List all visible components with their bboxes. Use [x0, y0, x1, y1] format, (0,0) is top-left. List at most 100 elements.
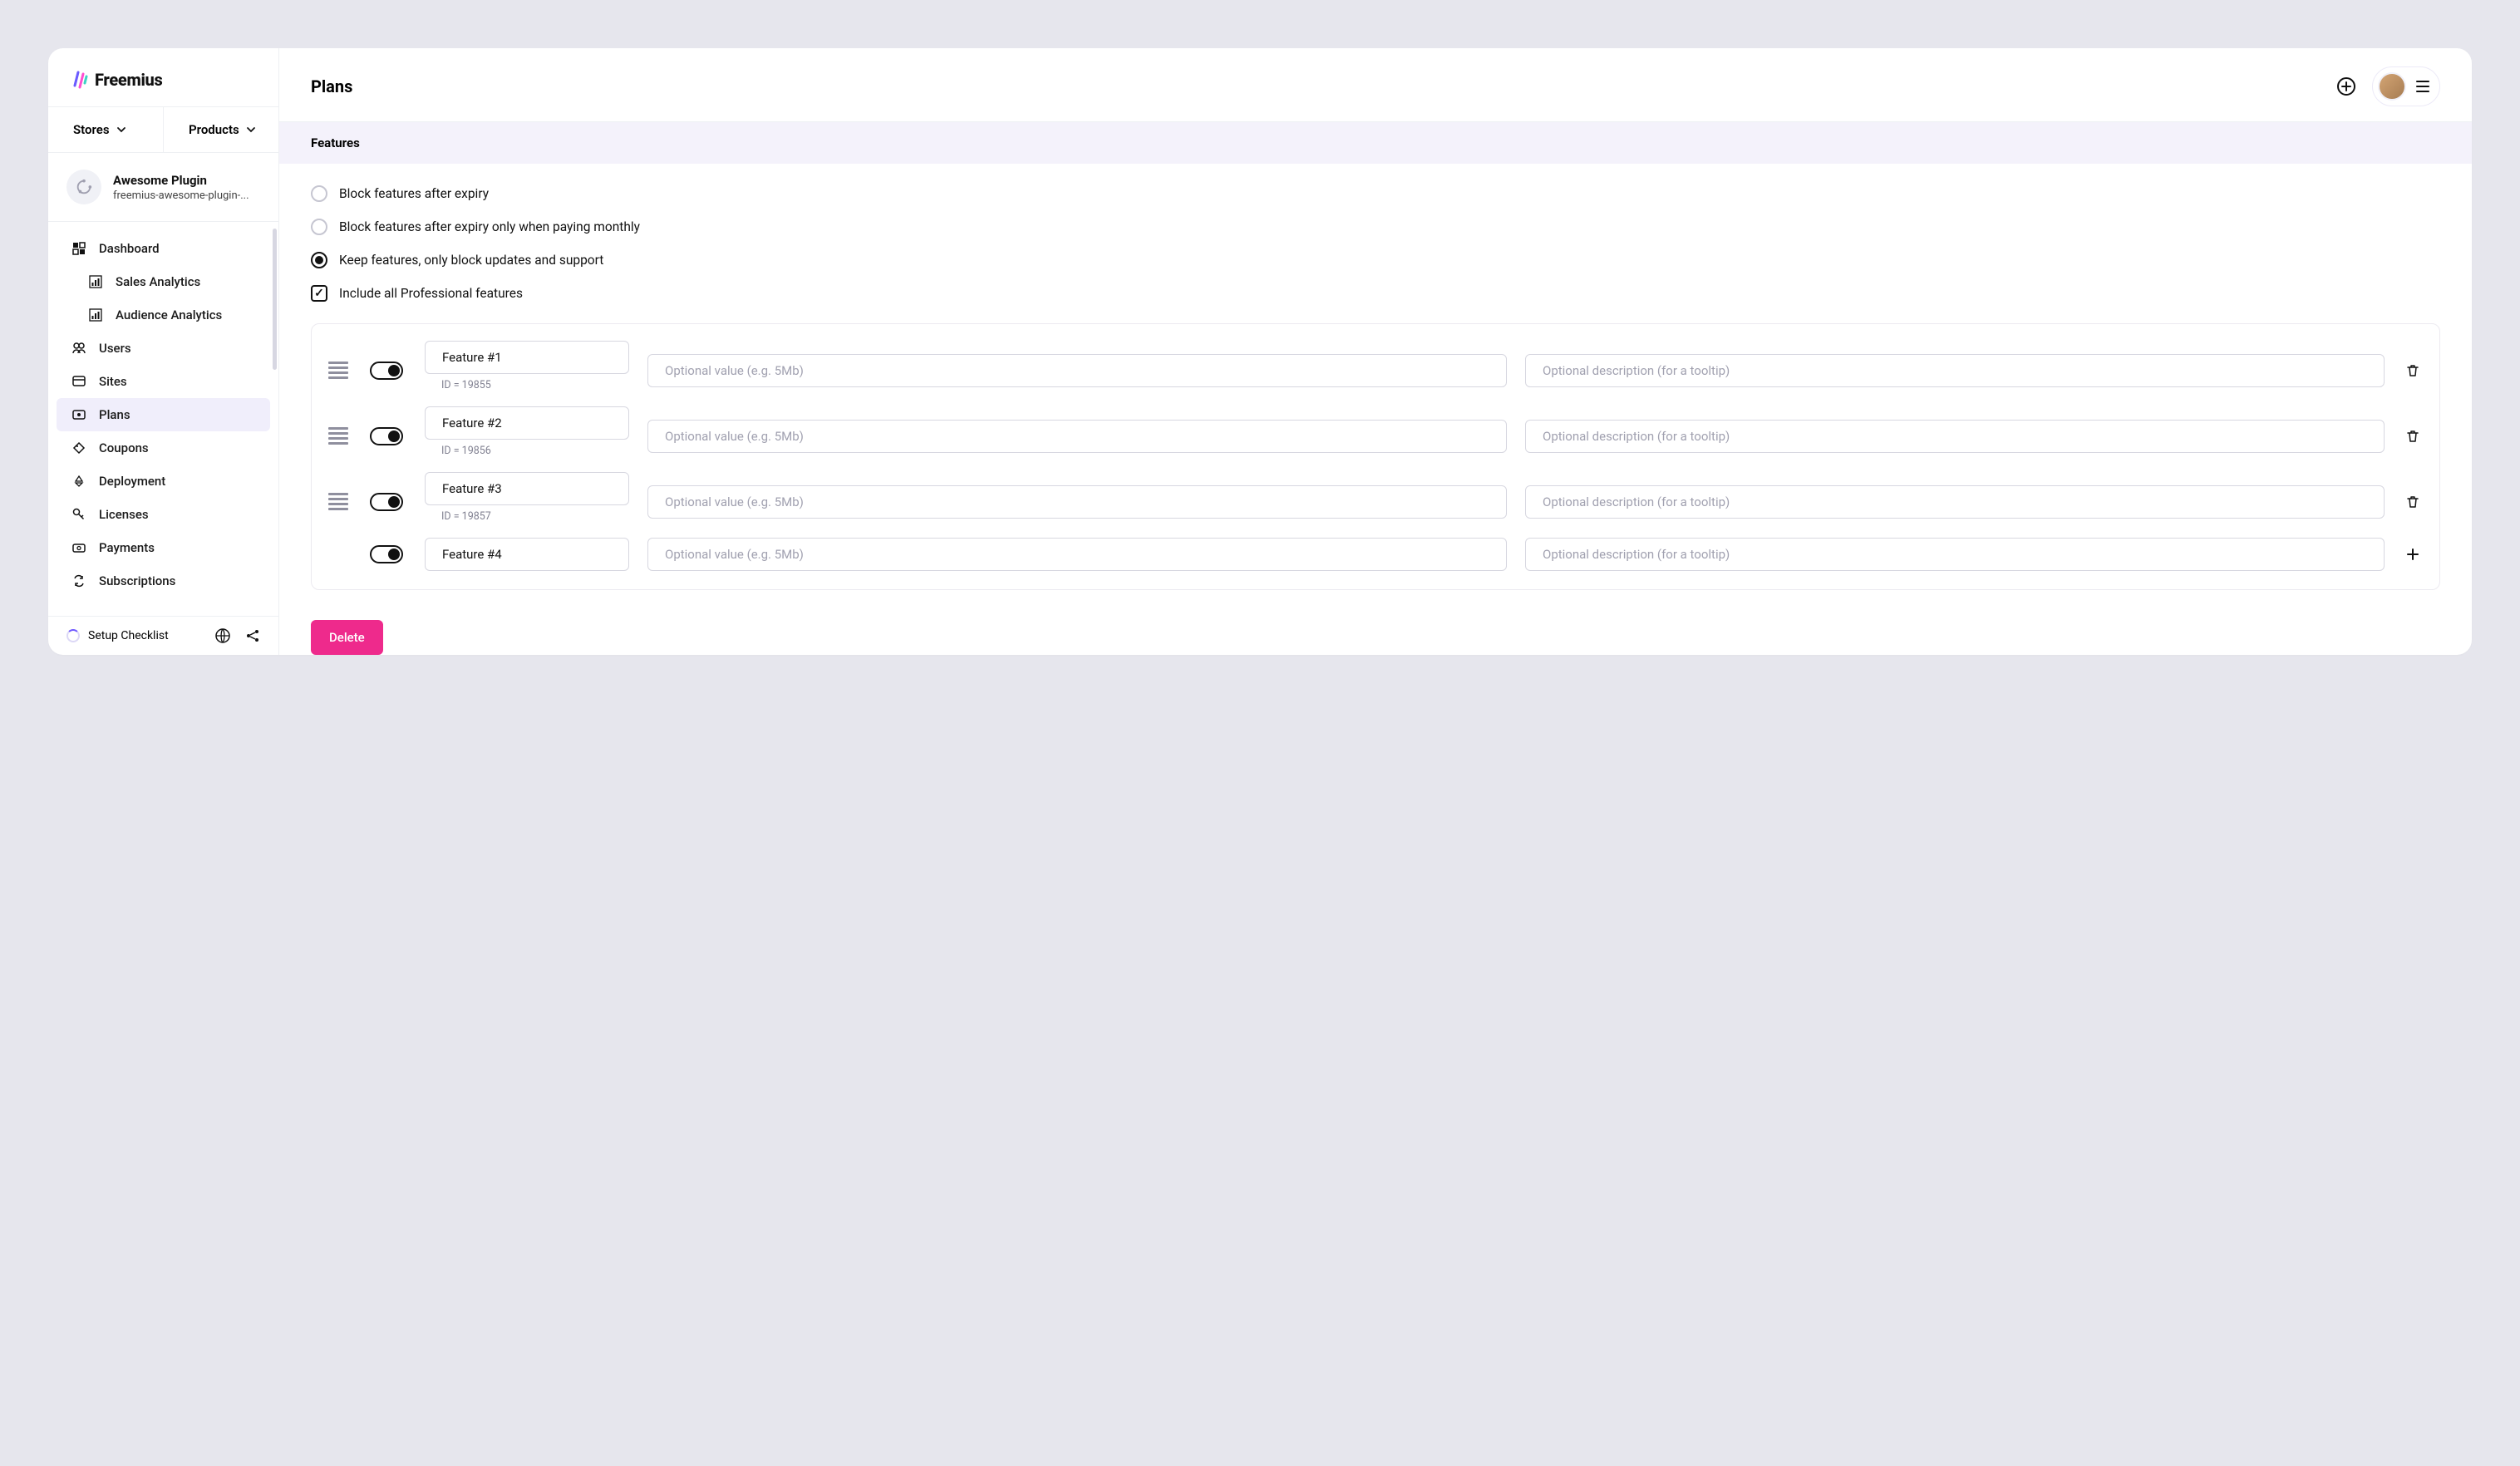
- sidebar-item-sites[interactable]: Sites: [57, 365, 270, 398]
- payments-icon: [71, 540, 86, 555]
- page-title: Plans: [311, 76, 352, 96]
- drag-handle-icon[interactable]: [328, 362, 352, 379]
- trash-icon: [2405, 494, 2420, 509]
- sidebar-footer: Setup Checklist: [48, 616, 278, 655]
- product-slug: freemius-awesome-plugin-...: [113, 189, 249, 202]
- main-content: Plans Features Block features after expi…: [279, 48, 2472, 655]
- products-label: Products: [189, 122, 239, 137]
- stores-selector[interactable]: Stores: [48, 107, 164, 152]
- header: Plans: [279, 48, 2472, 122]
- delete-feature-button[interactable]: [2403, 429, 2423, 444]
- sidebar-item-sales-analytics[interactable]: Sales Analytics: [57, 265, 270, 298]
- feature-row: ID = 19857: [328, 472, 2423, 531]
- feature-toggle[interactable]: [370, 362, 403, 380]
- radio-icon: [311, 219, 327, 235]
- option-block-after-expiry[interactable]: Block features after expiry: [311, 185, 2440, 202]
- deployment-icon: [71, 474, 86, 489]
- chevron-down-icon: [116, 125, 126, 135]
- sidebar-item-deployment[interactable]: Deployment: [57, 465, 270, 498]
- sidebar-item-label: Licenses: [99, 507, 149, 522]
- sidebar-item-users[interactable]: Users: [57, 332, 270, 365]
- app-window: Freemius Stores Products Awesome Plugin …: [48, 48, 2472, 655]
- product-card[interactable]: Awesome Plugin freemius-awesome-plugin-.…: [48, 153, 278, 222]
- drag-handle-icon[interactable]: [328, 493, 352, 510]
- dashboard-icon: [71, 241, 86, 256]
- drag-handle-icon[interactable]: [328, 427, 352, 445]
- feature-row: ID = 19856: [328, 406, 2423, 465]
- logo[interactable]: Freemius: [48, 48, 278, 107]
- sidebar-item-label: Subscriptions: [99, 573, 175, 588]
- feature-row: ID = 19855: [328, 341, 2423, 400]
- sidebar-item-audience-analytics[interactable]: Audience Analytics: [57, 298, 270, 332]
- feature-id-label: ID = 19856: [441, 445, 629, 457]
- sidebar-item-label: Payments: [99, 540, 155, 555]
- delete-feature-button[interactable]: [2403, 494, 2423, 509]
- feature-row: [328, 538, 2423, 571]
- products-selector[interactable]: Products: [164, 107, 278, 152]
- product-icon: [66, 170, 101, 204]
- radio-icon: [311, 252, 327, 268]
- feature-description-input[interactable]: [1525, 420, 2385, 453]
- chevron-down-icon: [246, 125, 256, 135]
- add-button[interactable]: [2337, 77, 2355, 96]
- option-label: Keep features, only block updates and su…: [339, 253, 603, 268]
- feature-description-input[interactable]: [1525, 485, 2385, 519]
- plus-icon: [2405, 547, 2420, 562]
- feature-toggle[interactable]: [370, 545, 403, 563]
- sidebar-item-label: Sales Analytics: [116, 274, 200, 289]
- setup-checklist-link[interactable]: Setup Checklist: [88, 629, 169, 642]
- menu-icon: [2416, 81, 2429, 92]
- feature-value-input[interactable]: [647, 354, 1507, 387]
- sidebar-item-label: Audience Analytics: [116, 307, 222, 322]
- user-menu[interactable]: [2372, 66, 2440, 106]
- sidebar-item-payments[interactable]: Payments: [57, 531, 270, 564]
- scrollbar[interactable]: [273, 229, 277, 370]
- feature-toggle[interactable]: [370, 427, 403, 445]
- trash-icon: [2405, 429, 2420, 444]
- option-block-monthly[interactable]: Block features after expiry only when pa…: [311, 219, 2440, 235]
- add-feature-button[interactable]: [2403, 547, 2423, 562]
- coupons-icon: [71, 440, 86, 455]
- feature-description-input[interactable]: [1525, 538, 2385, 571]
- feature-description-input[interactable]: [1525, 354, 2385, 387]
- sidebar-nav: Dashboard Sales Analytics Audience Analy…: [48, 222, 278, 616]
- delete-button[interactable]: Delete: [311, 620, 383, 655]
- checkbox-icon: [311, 285, 327, 302]
- sidebar-item-coupons[interactable]: Coupons: [57, 431, 270, 465]
- section-header-features: Features: [279, 122, 2472, 164]
- sidebar-item-label: Sites: [99, 374, 127, 389]
- header-actions: [2337, 66, 2440, 106]
- sidebar-item-dashboard[interactable]: Dashboard: [57, 232, 270, 265]
- globe-icon[interactable]: [215, 628, 230, 643]
- sidebar-item-subscriptions[interactable]: Subscriptions: [57, 564, 270, 598]
- key-icon: [71, 507, 86, 522]
- sidebar-item-licenses[interactable]: Licenses: [57, 498, 270, 531]
- feature-name-input[interactable]: [425, 341, 629, 374]
- option-include-professional[interactable]: Include all Professional features: [311, 285, 2440, 302]
- selectors: Stores Products: [48, 107, 278, 153]
- stores-label: Stores: [73, 122, 110, 137]
- option-label: Include all Professional features: [339, 286, 523, 301]
- feature-id-label: ID = 19857: [441, 510, 629, 523]
- feature-value-input[interactable]: [647, 538, 1507, 571]
- sidebar-item-label: Coupons: [99, 440, 149, 455]
- share-icon[interactable]: [245, 628, 260, 643]
- sidebar-item-label: Users: [99, 341, 131, 356]
- spin-icon: [75, 178, 93, 196]
- features-box: ID = 19855 ID = 19856: [311, 323, 2440, 590]
- sidebar-item-plans[interactable]: Plans: [57, 398, 270, 431]
- option-keep-features[interactable]: Keep features, only block updates and su…: [311, 252, 2440, 268]
- sidebar-item-label: Dashboard: [99, 241, 160, 256]
- feature-value-input[interactable]: [647, 420, 1507, 453]
- delete-feature-button[interactable]: [2403, 363, 2423, 378]
- feature-value-input[interactable]: [647, 485, 1507, 519]
- feature-name-input[interactable]: [425, 406, 629, 440]
- radio-icon: [311, 185, 327, 202]
- chart-icon: [88, 274, 103, 289]
- feature-id-label: ID = 19855: [441, 379, 629, 391]
- feature-toggle[interactable]: [370, 493, 403, 511]
- feature-name-input[interactable]: [425, 472, 629, 505]
- freemius-logo-icon: [73, 71, 88, 89]
- sidebar-item-label: Plans: [99, 407, 130, 422]
- feature-name-input[interactable]: [425, 538, 629, 571]
